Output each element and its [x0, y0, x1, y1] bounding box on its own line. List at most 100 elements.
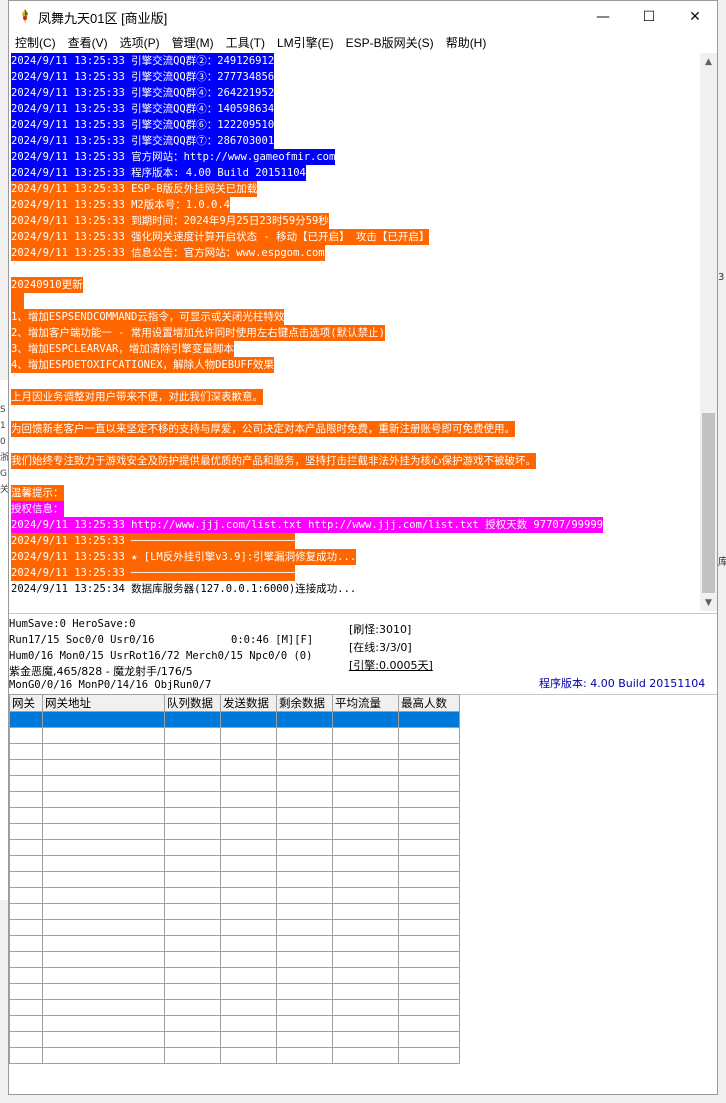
table-row[interactable]: [9, 711, 460, 728]
status-engine-days[interactable]: [引擎:0.0005天]: [349, 657, 433, 673]
table-cell: [9, 727, 43, 744]
table-cell: [332, 807, 399, 824]
table-cell: [332, 791, 399, 808]
log-line: 2024/9/11 13:25:33 M2版本号：1.0.0.4: [11, 197, 699, 213]
bg-fragment: 库: [718, 557, 726, 568]
table-row[interactable]: [9, 967, 460, 984]
log-text: 2024/9/11 13:25:33 ESP-B版反外挂网关已加载: [11, 181, 258, 197]
title-bar[interactable]: 凤舞九天01区 [商业版] — ☐ ✕: [9, 1, 717, 32]
table-cell: [398, 919, 460, 936]
log-line: 1、增加ESPSENDCOMMAND云指令，可显示或关闭光柱特效: [11, 309, 699, 325]
log-line: 2024/9/11 13:25:33 ─────────────────────…: [11, 533, 699, 549]
col-average-flow[interactable]: 平均流量: [332, 694, 399, 712]
menu-help[interactable]: 帮助(H): [440, 32, 493, 53]
table-cell: [220, 711, 277, 728]
col-max-users[interactable]: 最高人数: [398, 694, 460, 712]
col-gateway-address[interactable]: 网关地址: [42, 694, 165, 712]
table-row[interactable]: [9, 999, 460, 1016]
table-cell: [276, 999, 333, 1016]
table-cell: [42, 743, 165, 760]
table-cell: [164, 903, 221, 920]
close-button[interactable]: ✕: [672, 1, 718, 32]
menu-manage[interactable]: 管理(M): [166, 32, 220, 53]
menu-lm-engine[interactable]: LM引擎(E): [271, 32, 340, 53]
col-gateway[interactable]: 网关: [9, 694, 43, 712]
menu-view[interactable]: 查看(V): [62, 32, 114, 53]
col-remaining-data[interactable]: 剩余数据: [276, 694, 333, 712]
table-cell: [220, 1015, 277, 1032]
log-scrollbar[interactable]: ▲ ▼: [700, 53, 717, 611]
table-row[interactable]: [9, 807, 460, 824]
table-cell: [42, 823, 165, 840]
table-row[interactable]: [9, 1015, 460, 1032]
log-output[interactable]: 2024/9/11 13:25:33 引擎交流QQ群②：249126912 202…: [10, 53, 700, 611]
table-row[interactable]: [9, 1031, 460, 1048]
table-row[interactable]: [9, 871, 460, 888]
table-cell: [164, 967, 221, 984]
log-line: 2024/9/11 13:25:33 到期时间：2024年9月25日23时59分…: [11, 213, 699, 229]
status-uptime: 0:0:46 [M][F]: [231, 634, 314, 646]
scroll-up-icon[interactable]: ▲: [700, 53, 717, 70]
log-text: 2024/9/11 13:25:33 引擎交流QQ群④：140598634: [11, 101, 275, 117]
col-queue-data[interactable]: 队列数据: [164, 694, 221, 712]
scroll-down-icon[interactable]: ▼: [700, 594, 717, 611]
log-line: 2024/9/11 13:25:33 引擎交流QQ群⑦：286703001: [11, 133, 699, 149]
menu-control[interactable]: 控制(C): [9, 32, 62, 53]
log-text: 2024/9/11 13:25:33 程序版本: 4.00 Build 2015…: [11, 165, 306, 181]
table-cell: [276, 711, 333, 728]
table-cell: [276, 871, 333, 888]
status-save-counters: HumSave:0 HeroSave:0: [9, 618, 136, 630]
scroll-thumb[interactable]: [702, 413, 715, 593]
table-cell: [332, 1031, 399, 1048]
table-cell: [9, 967, 43, 984]
table-row[interactable]: [9, 791, 460, 808]
close-icon: ✕: [689, 8, 701, 25]
table-cell: [398, 823, 460, 840]
table-cell: [398, 855, 460, 872]
table-cell: [42, 1015, 165, 1032]
maximize-button[interactable]: ☐: [626, 1, 672, 32]
log-line: 2024/9/11 13:25:33 http://www.jjj.com/li…: [11, 517, 699, 533]
log-text: 温馨提示：: [11, 485, 64, 501]
table-cell: [276, 791, 333, 808]
table-cell: [9, 807, 43, 824]
table-row[interactable]: [9, 759, 460, 776]
minimize-button[interactable]: —: [580, 1, 626, 32]
table-row[interactable]: [9, 951, 460, 968]
table-row[interactable]: [9, 1047, 460, 1064]
menu-tools[interactable]: 工具(T): [220, 32, 271, 53]
table-cell: [164, 759, 221, 776]
menu-esp-gateway[interactable]: ESP-B版网关(S): [340, 32, 440, 53]
table-row[interactable]: [9, 743, 460, 760]
status-panel: HumSave:0 HeroSave:0 Run17/15 Soc0/0 Usr…: [9, 613, 717, 695]
log-text: 2024/9/11 13:25:33 引擎交流QQ群⑥：122209510: [11, 117, 275, 133]
table-row[interactable]: [9, 903, 460, 920]
table-row[interactable]: [9, 855, 460, 872]
menu-options[interactable]: 选项(P): [114, 32, 166, 53]
table-row[interactable]: [9, 823, 460, 840]
table-row[interactable]: [9, 919, 460, 936]
table-cell: [332, 999, 399, 1016]
table-cell: [9, 855, 43, 872]
table-cell: [398, 711, 460, 728]
table-row[interactable]: [9, 839, 460, 856]
table-cell: [42, 903, 165, 920]
table-cell: [9, 903, 43, 920]
table-cell: [220, 999, 277, 1016]
table-cell: [9, 983, 43, 1000]
table-cell: [332, 1047, 399, 1064]
table-row[interactable]: [9, 887, 460, 904]
table-cell: [276, 759, 333, 776]
table-row[interactable]: [9, 775, 460, 792]
log-line: 上月因业务调整对用户带来不便，对此我们深表歉意。: [11, 389, 699, 405]
log-line: 我们始终专注致力于游戏安全及防护提供最优质的产品和服务，坚持打击拦截非法外挂为核…: [11, 453, 699, 469]
table-row[interactable]: [9, 727, 460, 744]
background-window-fragment-right: 3 库: [718, 260, 726, 580]
log-text: 2024/9/11 13:25:33 ─────────────────────…: [11, 565, 296, 581]
table-row[interactable]: [9, 935, 460, 952]
table-cell: [220, 839, 277, 856]
table-row[interactable]: [9, 983, 460, 1000]
table-cell: [220, 759, 277, 776]
status-monster-info: 紫金恶魔,465/828 - 魔龙射手/176/5: [9, 665, 193, 678]
col-sent-data[interactable]: 发送数据: [220, 694, 277, 712]
